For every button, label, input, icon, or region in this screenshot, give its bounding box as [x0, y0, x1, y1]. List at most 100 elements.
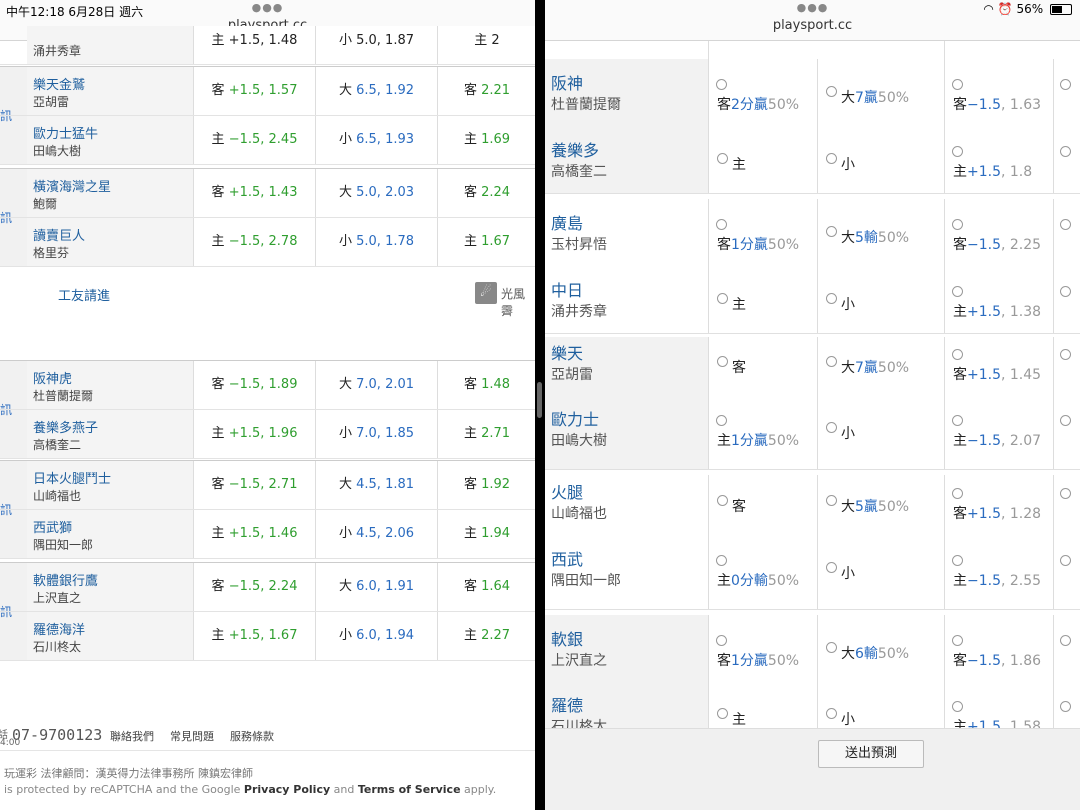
total-option-cell[interactable]: 小	[817, 273, 944, 333]
radio-button[interactable]	[1060, 701, 1071, 712]
radio-button[interactable]	[952, 701, 963, 712]
team-name[interactable]: 歐力士猛牛	[33, 123, 98, 142]
extra-option-cell[interactable]	[1053, 475, 1080, 535]
footer-link[interactable]: 聯絡我們	[110, 728, 154, 744]
team-name[interactable]: 西武	[551, 546, 583, 570]
handicap-cell[interactable]: 客 −1.5, 2.24	[193, 563, 315, 611]
handicap-cell[interactable]: 主 +1.5, 1.67	[193, 612, 315, 660]
handicap-cell[interactable]: 客 +1.5, 1.43	[193, 169, 315, 217]
total-cell[interactable]: 大 4.5, 1.81	[315, 461, 437, 509]
total-option-cell[interactable]: 小	[817, 133, 944, 193]
total-option-cell[interactable]: 大5贏50%	[817, 475, 944, 535]
spread-option-cell[interactable]: 主	[708, 273, 817, 333]
total-option-cell[interactable]: 大7贏50%	[817, 59, 944, 133]
radio-button[interactable]	[1060, 219, 1071, 230]
radio-button[interactable]	[1060, 286, 1071, 297]
team-name[interactable]: 西武獅	[33, 517, 72, 536]
radio-button[interactable]	[1060, 146, 1071, 157]
total-cell[interactable]: 大 6.5, 1.92	[315, 67, 437, 115]
extra-option-cell[interactable]	[1053, 199, 1080, 273]
total-cell[interactable]: 大 7.0, 2.01	[315, 361, 437, 409]
team-name[interactable]: 軟體銀行鷹	[33, 570, 98, 589]
handicap-option-cell[interactable]: 客+1.5, 1.28	[944, 475, 1053, 535]
radio-button[interactable]	[716, 635, 727, 646]
total-cell[interactable]: 小 6.5, 1.93	[315, 116, 437, 164]
team-name[interactable]: 羅德海洋	[33, 619, 85, 638]
radio-button[interactable]	[952, 286, 963, 297]
radio-button[interactable]	[826, 708, 837, 719]
radio-button[interactable]	[952, 488, 963, 499]
footer-link[interactable]: 常見問題	[170, 728, 214, 744]
handicap-cell[interactable]: 主 −1.5, 2.45	[193, 116, 315, 164]
radio-button[interactable]	[952, 146, 963, 157]
handicap-cell[interactable]: 客 +1.5, 1.57	[193, 67, 315, 115]
moneyline-cell[interactable]: 客 1.64	[437, 563, 535, 611]
handicap-cell[interactable]: 客 −1.5, 1.89	[193, 361, 315, 409]
radio-button[interactable]	[952, 635, 963, 646]
total-cell[interactable]: 小 5.0, 1.78	[315, 218, 437, 266]
radio-button[interactable]	[717, 153, 728, 164]
ad-link[interactable]: 工友請進	[58, 285, 110, 304]
total-cell[interactable]: 小 7.0, 1.85	[315, 410, 437, 458]
extra-option-cell[interactable]	[1053, 395, 1080, 469]
team-name[interactable]: 阪神	[551, 70, 583, 94]
radio-button[interactable]	[717, 495, 728, 506]
radio-button[interactable]	[717, 293, 728, 304]
radio-button[interactable]	[1060, 555, 1071, 566]
radio-button[interactable]	[1060, 635, 1071, 646]
total-option-cell[interactable]: 小	[817, 395, 944, 469]
radio-button[interactable]	[952, 219, 963, 230]
radio-button[interactable]	[826, 562, 837, 573]
radio-button[interactable]	[952, 349, 963, 360]
radio-button[interactable]	[716, 555, 727, 566]
privacy-link[interactable]: Privacy Policy	[244, 783, 330, 796]
spread-option-cell[interactable]: 主1分贏50%	[708, 395, 817, 469]
moneyline-cell[interactable]: 客 1.48	[437, 361, 535, 409]
team-name[interactable]: 樂天	[551, 340, 583, 364]
submit-prediction-button[interactable]: 送出預測	[818, 740, 924, 768]
extra-option-cell[interactable]	[1053, 615, 1080, 689]
radio-button[interactable]	[717, 708, 728, 719]
extra-option-cell[interactable]	[1053, 133, 1080, 193]
radio-button[interactable]	[826, 422, 837, 433]
handicap-option-cell[interactable]: 客−1.5, 2.25	[944, 199, 1053, 273]
radio-button[interactable]	[826, 293, 837, 304]
moneyline-cell[interactable]: 客 1.92	[437, 461, 535, 509]
team-name[interactable]: 樂天金鷲	[33, 74, 85, 93]
team-name[interactable]: 歐力士	[551, 406, 599, 430]
moneyline-cell[interactable]: 主 1.94	[437, 510, 535, 558]
team-name[interactable]: 廣島	[551, 210, 583, 234]
handicap-option-cell[interactable]: 主+1.5, 1.8	[944, 133, 1053, 193]
radio-button[interactable]	[1060, 488, 1071, 499]
handicap-option-cell[interactable]: 主−1.5, 2.07	[944, 395, 1053, 469]
radio-button[interactable]	[826, 356, 837, 367]
team-name[interactable]: 讀賣巨人	[33, 225, 85, 244]
handicap-option-cell[interactable]: 客−1.5, 1.63	[944, 59, 1053, 133]
moneyline-cell[interactable]: 主 1.67	[437, 218, 535, 266]
radio-button[interactable]	[826, 226, 837, 237]
radio-button[interactable]	[952, 79, 963, 90]
handicap-option-cell[interactable]: 主−1.5, 2.55	[944, 535, 1053, 609]
handicap-option-cell[interactable]: 客+1.5, 1.45	[944, 337, 1053, 395]
team-name[interactable]: 養樂多燕子	[33, 417, 98, 436]
extra-option-cell[interactable]	[1053, 337, 1080, 395]
total-option-cell[interactable]: 大5輸50%	[817, 199, 944, 273]
handicap-cell[interactable]: 客 −1.5, 2.71	[193, 461, 315, 509]
radio-button[interactable]	[717, 356, 728, 367]
split-view-handle[interactable]	[537, 382, 542, 418]
moneyline-cell[interactable]: 主 2.27	[437, 612, 535, 660]
spread-option-cell[interactable]: 主0分輸50%	[708, 535, 817, 609]
team-name[interactable]: 養樂多	[551, 137, 599, 161]
total-cell[interactable]: 小 5.0, 1.87	[315, 26, 437, 64]
handicap-option-cell[interactable]: 客−1.5, 1.86	[944, 615, 1053, 689]
extra-option-cell[interactable]	[1053, 535, 1080, 609]
total-cell[interactable]: 大 5.0, 2.03	[315, 169, 437, 217]
radio-button[interactable]	[952, 415, 963, 426]
extra-option-cell[interactable]	[1053, 59, 1080, 133]
extra-option-cell[interactable]	[1053, 273, 1080, 333]
total-option-cell[interactable]: 大7贏50%	[817, 337, 944, 395]
radio-button[interactable]	[826, 86, 837, 97]
footer-link[interactable]: 服務條款	[230, 728, 274, 744]
moneyline-cell[interactable]: 主 1.69	[437, 116, 535, 164]
team-name[interactable]: 羅德	[551, 692, 583, 716]
